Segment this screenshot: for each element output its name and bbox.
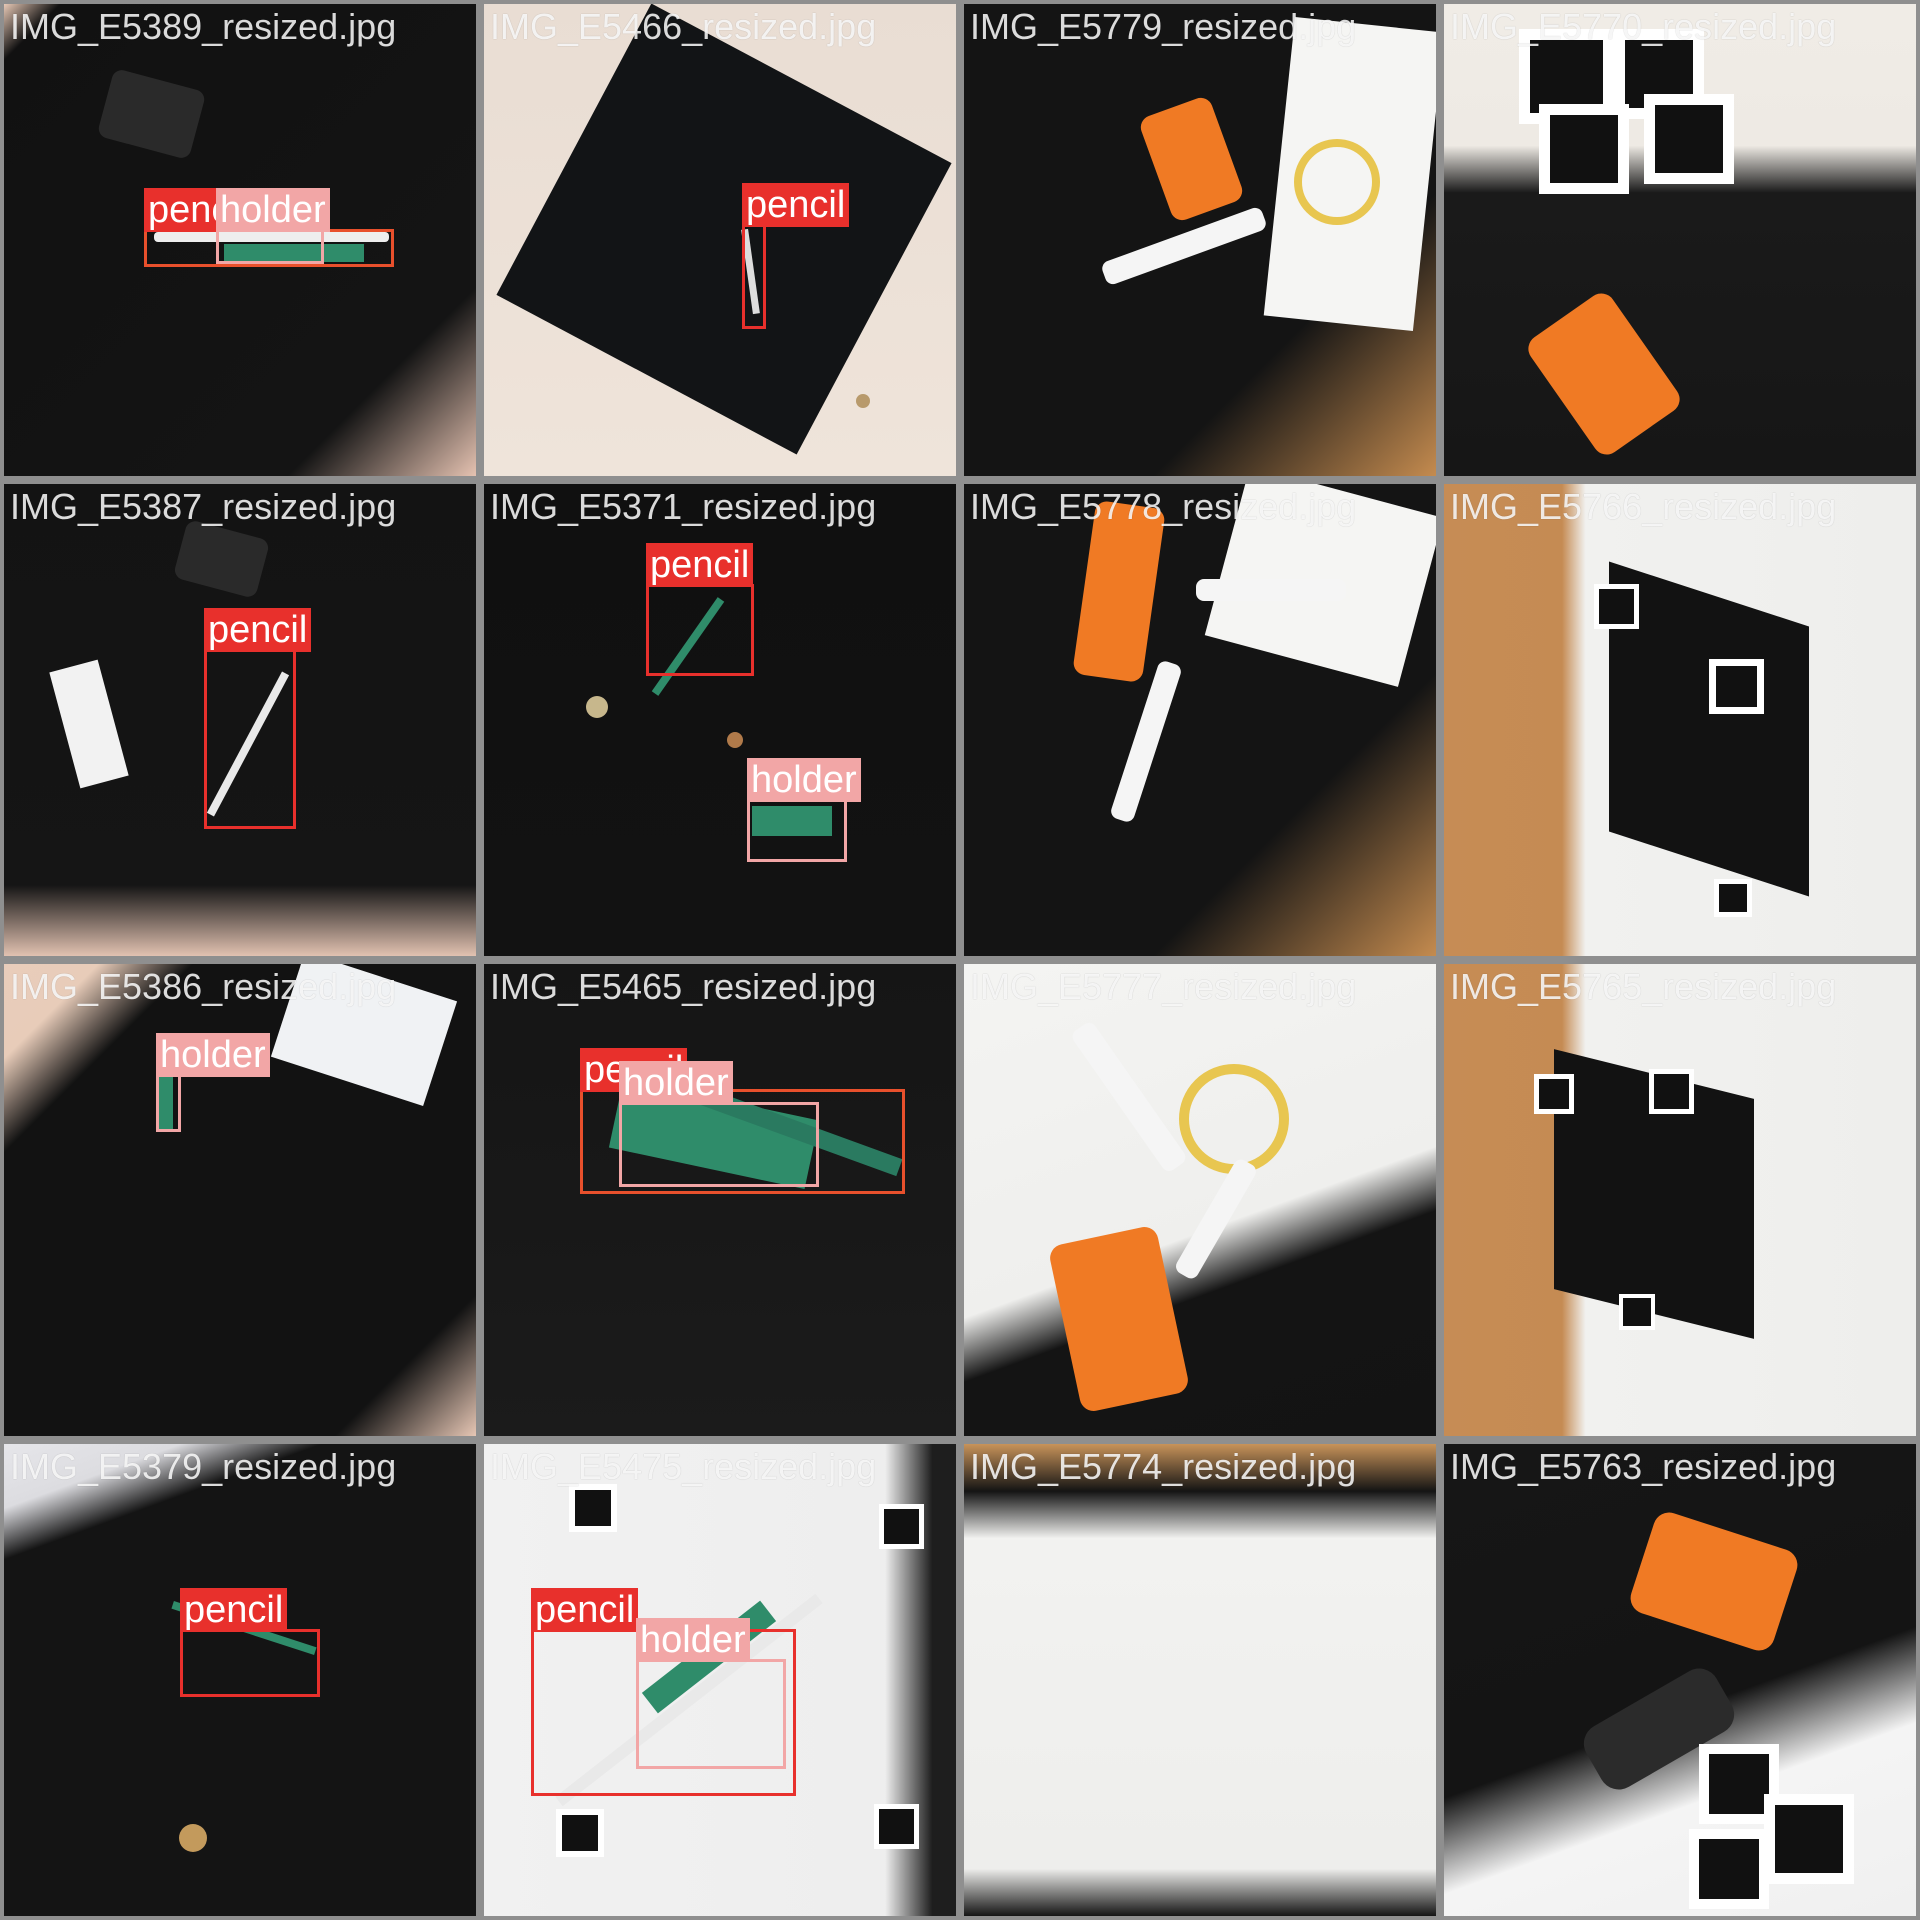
coin-object <box>179 1824 207 1852</box>
fiducial-marker <box>1644 94 1734 184</box>
bbox-label: holder <box>636 1618 750 1662</box>
fiducial-marker <box>1709 659 1764 714</box>
bbox-pencil: pencil <box>742 183 850 329</box>
fiducial-marker <box>1594 584 1639 629</box>
fiducial-marker <box>879 1504 924 1549</box>
fiducial-marker <box>1619 1294 1655 1330</box>
image-tile[interactable]: pencil holder IMG_E5389_resized.jpg <box>0 0 480 480</box>
filename-caption: IMG_E5465_resized.jpg <box>490 966 877 1007</box>
fiducial-marker <box>1714 879 1752 917</box>
fiducial-marker <box>1764 1794 1854 1884</box>
photo <box>964 1444 1436 1916</box>
bbox-holder: holder <box>747 758 861 862</box>
fiducial-marker <box>556 1809 604 1857</box>
bbox-holder: holder <box>216 188 330 264</box>
fiducial-marker <box>1539 104 1629 194</box>
tape-object <box>1294 139 1380 225</box>
bbox-pencil: pencil <box>646 543 754 676</box>
image-tile[interactable]: pencil holder IMG_E5465_resized.jpg <box>480 960 960 1440</box>
image-tile[interactable]: IMG_E5770_resized.jpg <box>1440 0 1920 480</box>
image-tile[interactable]: pencil holder IMG_E5371_resized.jpg <box>480 480 960 960</box>
image-tile[interactable]: pencil IMG_E5466_resized.jpg <box>480 0 960 480</box>
filename-caption: IMG_E5778_resized.jpg <box>970 486 1357 527</box>
image-tile[interactable]: IMG_E5763_resized.jpg <box>1440 1440 1920 1920</box>
image-tile[interactable]: holder IMG_E5386_resized.jpg <box>0 960 480 1440</box>
image-tile[interactable]: pencil holder IMG_E5475_resized.jpg <box>480 1440 960 1920</box>
image-tile[interactable]: IMG_E5778_resized.jpg <box>960 480 1440 960</box>
bbox-label: pencil <box>180 1588 288 1632</box>
image-tile[interactable]: pencil IMG_E5387_resized.jpg <box>0 480 480 960</box>
photo <box>964 964 1436 1436</box>
coin-object <box>586 696 608 718</box>
marker-object <box>1196 579 1346 601</box>
filename-caption: IMG_E5386_resized.jpg <box>10 966 397 1007</box>
bbox-holder: holder <box>156 1033 270 1132</box>
fiducial-marker <box>874 1804 919 1849</box>
bbox-pencil: pencil <box>180 1588 320 1697</box>
bbox-label: pencil <box>531 1588 639 1632</box>
filename-caption: IMG_E5387_resized.jpg <box>10 486 397 527</box>
fiducial-marker <box>569 1484 617 1532</box>
filename-caption: IMG_E5475_resized.jpg <box>490 1446 877 1487</box>
filename-caption: IMG_E5765_resized.jpg <box>1450 966 1837 1007</box>
filename-caption: IMG_E5774_resized.jpg <box>970 1446 1357 1487</box>
photo <box>484 964 956 1436</box>
image-tile[interactable]: IMG_E5766_resized.jpg <box>1440 480 1920 960</box>
image-tile[interactable]: IMG_E5777_resized.jpg <box>960 960 1440 1440</box>
image-tile[interactable]: pencil IMG_E5379_resized.jpg <box>0 1440 480 1920</box>
bbox-holder: holder <box>619 1061 819 1187</box>
bbox-label: pencil <box>646 543 754 587</box>
bbox-label: pencil <box>204 608 312 652</box>
coin-object <box>856 394 870 408</box>
image-grid: pencil holder IMG_E5389_resized.jpg penc… <box>0 0 1920 1920</box>
filename-caption: IMG_E5371_resized.jpg <box>490 486 877 527</box>
filename-caption: IMG_E5779_resized.jpg <box>970 6 1357 47</box>
filename-caption: IMG_E5766_resized.jpg <box>1450 486 1837 527</box>
fiducial-marker <box>1689 1829 1769 1909</box>
bbox-label: holder <box>619 1061 733 1105</box>
filename-caption: IMG_E5389_resized.jpg <box>10 6 397 47</box>
coin-object <box>727 732 743 748</box>
bbox-pencil: pencil <box>204 608 312 829</box>
filename-caption: IMG_E5763_resized.jpg <box>1450 1446 1837 1487</box>
filename-caption: IMG_E5379_resized.jpg <box>10 1446 397 1487</box>
bbox-label: pencil <box>742 183 850 227</box>
fiducial-marker <box>1649 1069 1694 1114</box>
image-tile[interactable]: IMG_E5765_resized.jpg <box>1440 960 1920 1440</box>
fiducial-marker <box>1534 1074 1574 1114</box>
filename-caption: IMG_E5770_resized.jpg <box>1450 6 1837 47</box>
bbox-holder: holder <box>636 1618 786 1769</box>
image-tile[interactable]: IMG_E5774_resized.jpg <box>960 1440 1440 1920</box>
tape-object <box>1179 1064 1289 1174</box>
bbox-label: holder <box>216 188 330 232</box>
image-tile[interactable]: IMG_E5779_resized.jpg <box>960 0 1440 480</box>
bbox-label: holder <box>156 1033 270 1077</box>
filename-caption: IMG_E5777_resized.jpg <box>970 966 1357 1007</box>
filename-caption: IMG_E5466_resized.jpg <box>490 6 877 47</box>
bbox-label: holder <box>747 758 861 802</box>
